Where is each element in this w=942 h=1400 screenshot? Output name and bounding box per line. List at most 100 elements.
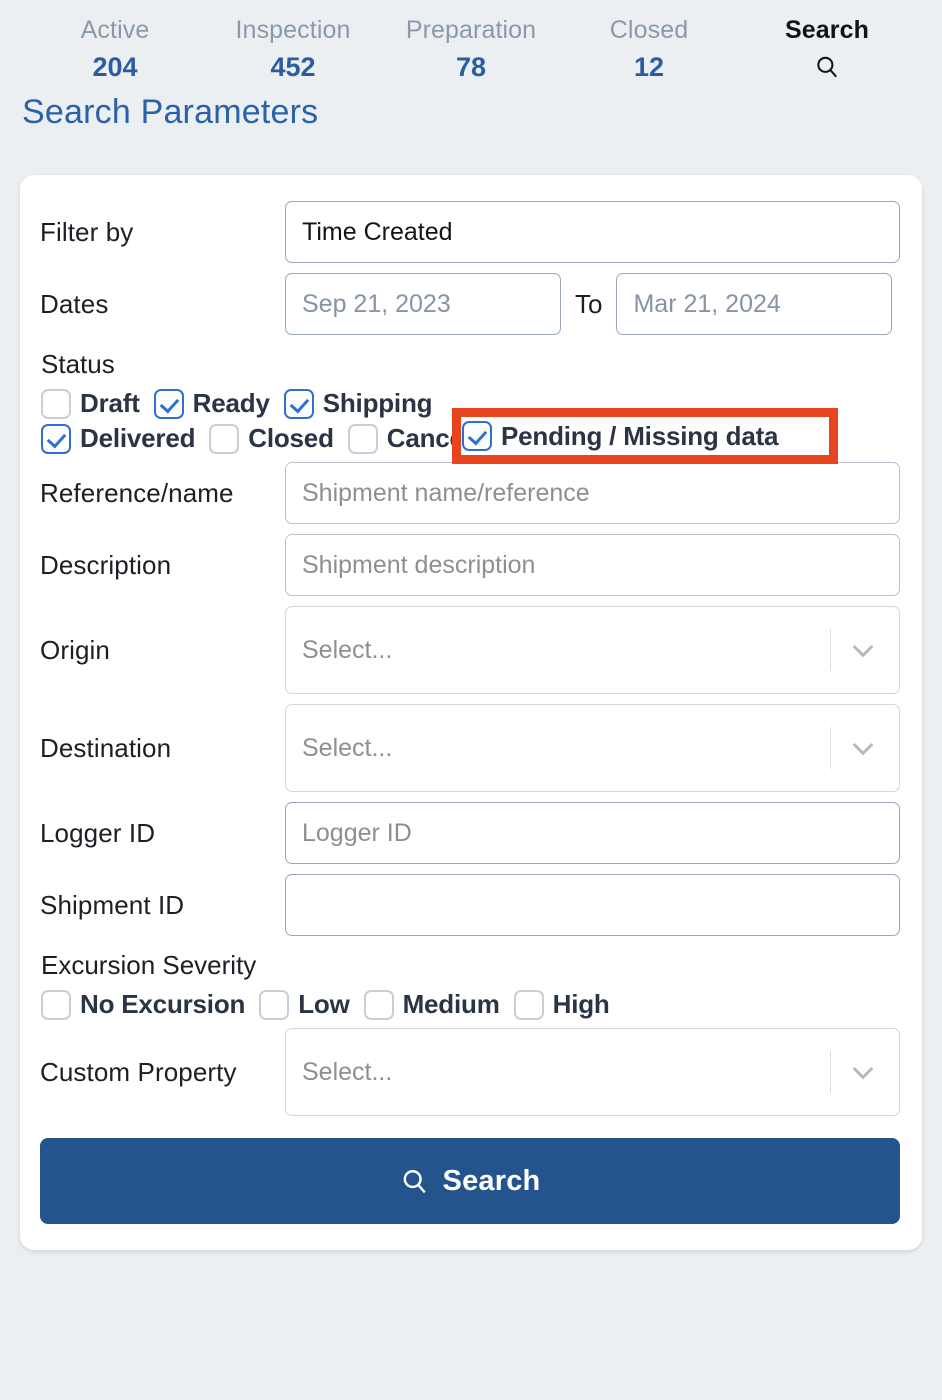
destination-select[interactable]: Select...	[285, 704, 900, 792]
destination-row: Destination Select...	[40, 704, 900, 792]
excursion-checkbox-row: No Excursion Low Medium High	[40, 989, 900, 1020]
checkbox-label: Ready	[192, 388, 270, 418]
reference-row: Reference/name	[40, 462, 900, 524]
nav-tab-preparation[interactable]: Preparation 78	[382, 18, 560, 81]
custom-property-control: Select...	[285, 1028, 900, 1116]
checkbox-box[interactable]	[283, 388, 314, 419]
checkbox-label: Medium	[402, 989, 500, 1019]
custom-property-label: Custom Property	[40, 1056, 237, 1087]
reference-label: Reference/name	[40, 477, 234, 508]
origin-select[interactable]: Select...	[285, 606, 900, 694]
chevron-down-icon[interactable]	[847, 732, 879, 764]
search-icon	[400, 1167, 429, 1196]
shipment-id-input[interactable]	[285, 874, 900, 936]
destination-select-placeholder: Select...	[302, 733, 393, 762]
checkbox-label: Draft	[80, 388, 140, 418]
checkbox-box[interactable]	[347, 423, 378, 454]
dates-to-label: To	[575, 288, 603, 319]
nav-tab-label: Active	[80, 16, 150, 44]
checkbox-label: No Excursion	[80, 989, 246, 1019]
logger-id-input[interactable]	[285, 802, 900, 864]
checkbox-box[interactable]	[41, 423, 71, 454]
checkbox-label: Low	[298, 989, 350, 1019]
nav-tab-count: 452	[270, 52, 316, 82]
date-from-input[interactable]	[285, 273, 561, 335]
checkbox-label: Shipping	[322, 388, 433, 418]
select-divider	[830, 727, 831, 769]
checkbox-box[interactable]	[513, 989, 544, 1020]
custom-property-select[interactable]: Select...	[285, 1028, 900, 1116]
checkbox-label: Pending / Missing data	[501, 420, 779, 451]
excursion-checkbox-no-excursion[interactable]: No Excursion	[41, 989, 245, 1020]
dates-label: Dates	[40, 288, 109, 319]
description-row: Description	[40, 534, 900, 596]
status-checkbox-ready[interactable]: Ready	[153, 388, 270, 419]
origin-label: Origin	[40, 634, 110, 665]
status-checkbox-draft[interactable]: Draft	[41, 388, 140, 419]
nav-tab-active[interactable]: Active 204	[26, 18, 204, 81]
custom-property-row: Custom Property Select...	[40, 1028, 900, 1116]
chevron-down-icon[interactable]	[847, 1056, 879, 1088]
nav-tab-count: 12	[633, 52, 665, 82]
filter-by-input[interactable]	[285, 201, 900, 263]
filter-by-control	[285, 201, 900, 263]
nav-tab-label: Inspection	[235, 16, 351, 44]
select-divider	[830, 629, 831, 671]
description-label: Description	[40, 549, 172, 580]
checkbox-box[interactable]	[41, 989, 71, 1020]
logger-id-control	[285, 802, 900, 864]
excursion-checkbox-low[interactable]: Low	[259, 989, 350, 1020]
chevron-down-icon[interactable]	[847, 634, 879, 666]
shipment-id-row: Shipment ID	[40, 874, 900, 936]
nav-tab-closed[interactable]: Closed 12	[560, 18, 738, 81]
custom-property-select-placeholder: Select...	[302, 1057, 393, 1086]
destination-label: Destination	[40, 732, 172, 763]
nav-tab-label: Search	[785, 16, 869, 44]
checkbox-label: High	[552, 989, 610, 1019]
checkbox-box[interactable]	[209, 423, 240, 454]
status-checkbox-closed[interactable]: Closed	[209, 423, 334, 454]
excursion-checkbox-medium[interactable]: Medium	[363, 989, 500, 1020]
reference-input[interactable]	[285, 462, 900, 524]
origin-select-placeholder: Select...	[302, 635, 393, 664]
dates-control: To	[285, 273, 900, 335]
select-divider	[830, 1051, 831, 1093]
checkbox-box[interactable]	[41, 388, 71, 419]
reference-control	[285, 462, 900, 524]
status-nav: Active 204 Inspection 452 Preparation 78…	[0, 0, 942, 86]
nav-tab-label: Closed	[609, 16, 689, 44]
checkbox-box[interactable]	[363, 989, 394, 1020]
nav-tab-count: 204	[92, 52, 138, 82]
excursion-group-label: Excursion Severity	[41, 950, 257, 980]
nav-tab-count: 78	[455, 52, 487, 82]
origin-control: Select...	[285, 606, 900, 694]
logger-id-row: Logger ID	[40, 802, 900, 864]
checkbox-box[interactable]	[153, 388, 184, 419]
shipment-id-control	[285, 874, 900, 936]
search-submit-label: Search	[442, 1164, 541, 1197]
destination-control: Select...	[285, 704, 900, 792]
status-checkbox-delivered[interactable]: Delivered	[41, 423, 195, 454]
search-icon	[814, 54, 840, 80]
checkbox-box[interactable]	[259, 989, 290, 1020]
checkbox-label: Closed	[248, 423, 334, 453]
checkbox-box[interactable]	[462, 421, 492, 451]
search-submit-button[interactable]: Search	[40, 1138, 900, 1224]
nav-tab-label: Preparation	[405, 16, 537, 44]
description-control	[285, 534, 900, 596]
status-checkbox-shipping[interactable]: Shipping	[283, 388, 433, 419]
shipment-id-label: Shipment ID	[40, 889, 185, 920]
date-to-input[interactable]	[616, 273, 893, 335]
page-title: Search Parameters	[22, 93, 319, 131]
status-checkbox-pending-missing-data[interactable]: Pending / Missing data	[462, 417, 778, 455]
origin-row: Origin Select...	[40, 606, 900, 694]
description-input[interactable]	[285, 534, 900, 596]
nav-tab-search[interactable]: Search	[738, 18, 916, 80]
status-group-label: Status	[41, 349, 115, 379]
dates-row: Dates To	[40, 273, 900, 335]
filter-by-label: Filter by	[40, 216, 134, 247]
excursion-checkbox-high[interactable]: High	[513, 989, 610, 1020]
logger-id-label: Logger ID	[40, 817, 156, 848]
nav-tab-inspection[interactable]: Inspection 452	[204, 18, 382, 81]
search-parameters-card: Filter by Dates To Status Draft Ready Sh…	[20, 175, 922, 1250]
